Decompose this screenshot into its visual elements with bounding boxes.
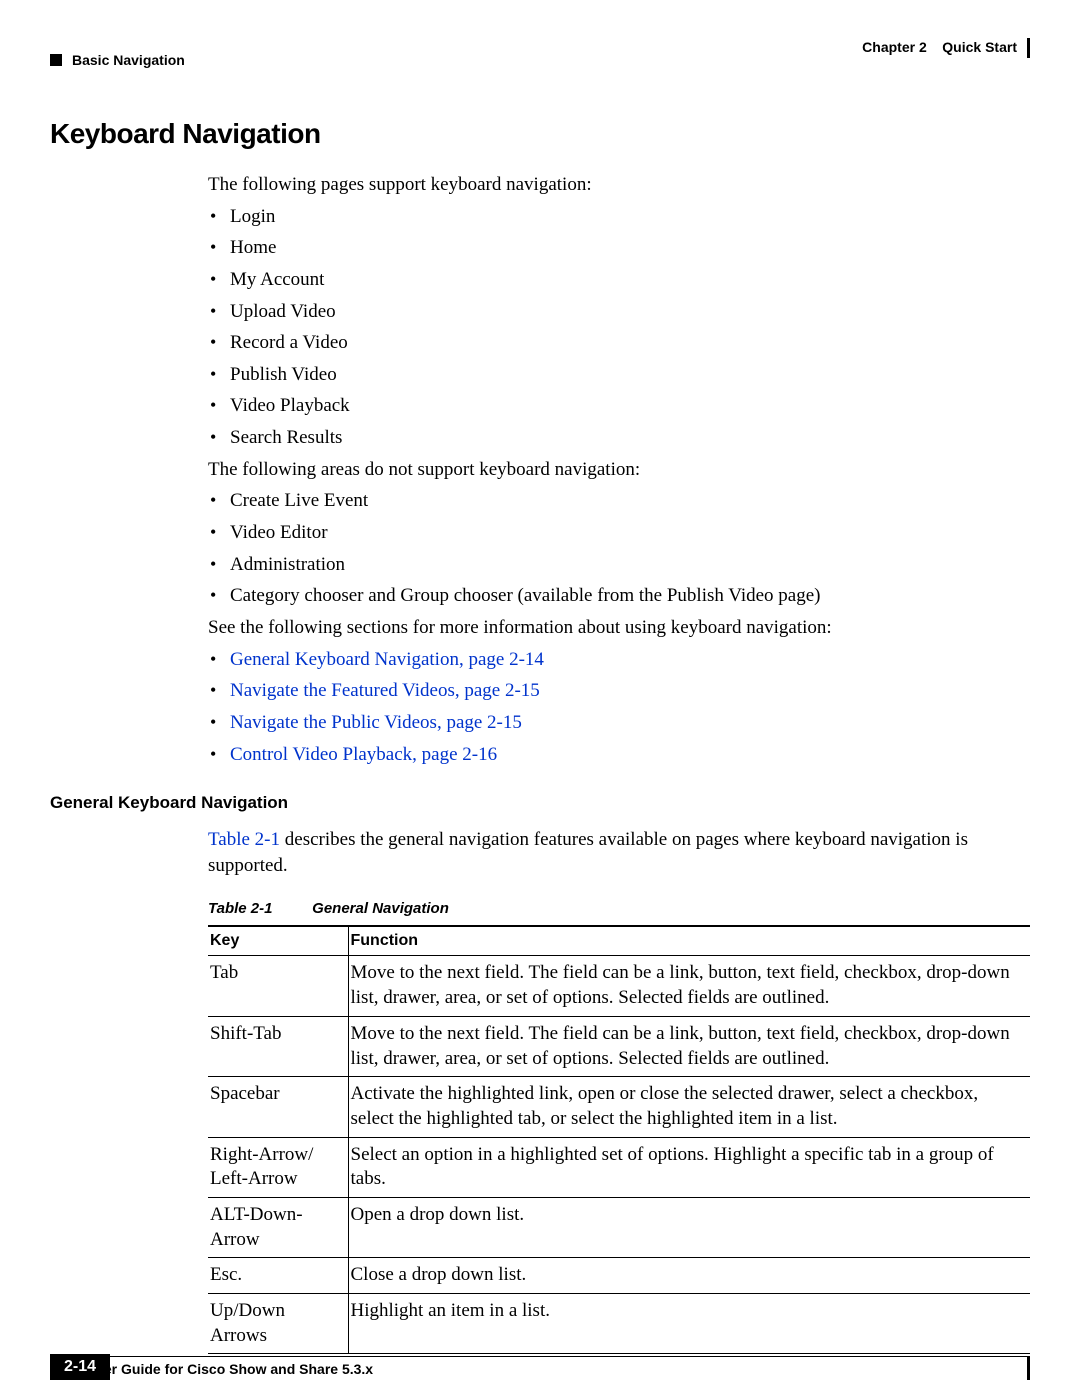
intro-unsupported: The following areas do not support keybo… xyxy=(208,457,1030,483)
list-item: Search Results xyxy=(230,425,1030,451)
header-breadcrumb: Basic Navigation xyxy=(50,52,185,68)
cell-func: Move to the next field. The field can be… xyxy=(348,956,1030,1016)
list-item: Video Editor xyxy=(230,520,1030,546)
list-item: Create Live Event xyxy=(230,488,1030,514)
cell-func: Select an option in a highlighted set of… xyxy=(348,1137,1030,1197)
cell-func: Highlight an item in a list. xyxy=(348,1294,1030,1354)
xref-link[interactable]: Navigate the Public Videos, page 2-15 xyxy=(230,712,522,733)
cell-key: Spacebar xyxy=(208,1077,348,1137)
intro-supported: The following pages support keyboard nav… xyxy=(208,172,1030,198)
table-row: ALT-Down-Arrow Open a drop down list. xyxy=(208,1197,1030,1257)
cell-func: Close a drop down list. xyxy=(348,1258,1030,1294)
cell-key: Esc. xyxy=(208,1258,348,1294)
chapter-title: Quick Start xyxy=(942,39,1017,55)
list-item: Publish Video xyxy=(230,362,1030,388)
table-caption-label: Table 2-1 xyxy=(208,900,308,917)
list-item: Navigate the Public Videos, page 2-15 xyxy=(230,710,1030,736)
cell-func: Activate the highlighted link, open or c… xyxy=(348,1077,1030,1137)
list-item: Administration xyxy=(230,552,1030,578)
list-item: Upload Video xyxy=(230,299,1030,325)
table-row: Esc. Close a drop down list. xyxy=(208,1258,1030,1294)
xref-link[interactable]: General Keyboard Navigation, page 2-14 xyxy=(230,649,544,670)
cell-key: ALT-Down-Arrow xyxy=(208,1197,348,1257)
list-item: My Account xyxy=(230,267,1030,293)
col-header-function: Function xyxy=(348,926,1030,956)
footer-tick-icon xyxy=(1027,1356,1030,1380)
section-heading: Keyboard Navigation xyxy=(50,118,1030,150)
table-ref-link[interactable]: Table 2-1 xyxy=(208,829,280,850)
list-item: Home xyxy=(230,235,1030,261)
page-header: Chapter 2 Quick Start Basic Navigation xyxy=(50,38,1030,68)
table-intro: Table 2-1 describes the general navigati… xyxy=(208,827,1030,878)
xref-link[interactable]: Control Video Playback, page 2-16 xyxy=(230,744,497,765)
list-item: Login xyxy=(230,204,1030,230)
chapter-label: Chapter 2 xyxy=(862,39,927,55)
table-intro-rest: describes the general navigation feature… xyxy=(208,829,968,876)
page-footer: User Guide for Cisco Show and Share 5.3.… xyxy=(50,1356,1030,1377)
table-row: Spacebar Activate the highlighted link, … xyxy=(208,1077,1030,1137)
page-number: 2-14 xyxy=(50,1354,110,1380)
col-header-key: Key xyxy=(208,926,348,956)
cell-func: Move to the next field. The field can be… xyxy=(348,1016,1030,1076)
xref-link[interactable]: Navigate the Featured Videos, page 2-15 xyxy=(230,680,540,701)
table-row: Up/Down Arrows Highlight an item in a li… xyxy=(208,1294,1030,1354)
cell-key: Shift-Tab xyxy=(208,1016,348,1076)
list-item: Category chooser and Group chooser (avai… xyxy=(230,583,1030,609)
square-bullet-icon xyxy=(50,54,62,66)
unsupported-list: Create Live Event Video Editor Administr… xyxy=(208,488,1030,609)
cell-key: Right-Arrow/ Left-Arrow xyxy=(208,1137,348,1197)
subsection-body: Table 2-1 describes the general navigati… xyxy=(50,827,1030,1354)
intro-links: See the following sections for more info… xyxy=(208,615,1030,641)
table-caption: Table 2-1 General Navigation xyxy=(208,900,1030,917)
content-body: The following pages support keyboard nav… xyxy=(50,172,1030,767)
list-item: Video Playback xyxy=(230,393,1030,419)
navigation-table: Key Function Tab Move to the next field.… xyxy=(208,925,1030,1354)
table-row: Tab Move to the next field. The field ca… xyxy=(208,956,1030,1016)
table-row: Shift-Tab Move to the next field. The fi… xyxy=(208,1016,1030,1076)
subsection-heading: General Keyboard Navigation xyxy=(50,793,1030,813)
list-item: Record a Video xyxy=(230,330,1030,356)
list-item: Control Video Playback, page 2-16 xyxy=(230,742,1030,768)
links-list: General Keyboard Navigation, page 2-14 N… xyxy=(208,647,1030,768)
cell-key: Up/Down Arrows xyxy=(208,1294,348,1354)
list-item: General Keyboard Navigation, page 2-14 xyxy=(230,647,1030,673)
list-item: Navigate the Featured Videos, page 2-15 xyxy=(230,678,1030,704)
cell-key: Tab xyxy=(208,956,348,1016)
supported-list: Login Home My Account Upload Video Recor… xyxy=(208,204,1030,451)
footer-doc-title: User Guide for Cisco Show and Share 5.3.… xyxy=(86,1357,373,1377)
table-caption-title: General Navigation xyxy=(312,900,449,917)
cell-func: Open a drop down list. xyxy=(348,1197,1030,1257)
breadcrumb-text: Basic Navigation xyxy=(72,52,185,68)
table-row: Right-Arrow/ Left-Arrow Select an option… xyxy=(208,1137,1030,1197)
header-chapter: Chapter 2 Quick Start xyxy=(862,38,1030,58)
